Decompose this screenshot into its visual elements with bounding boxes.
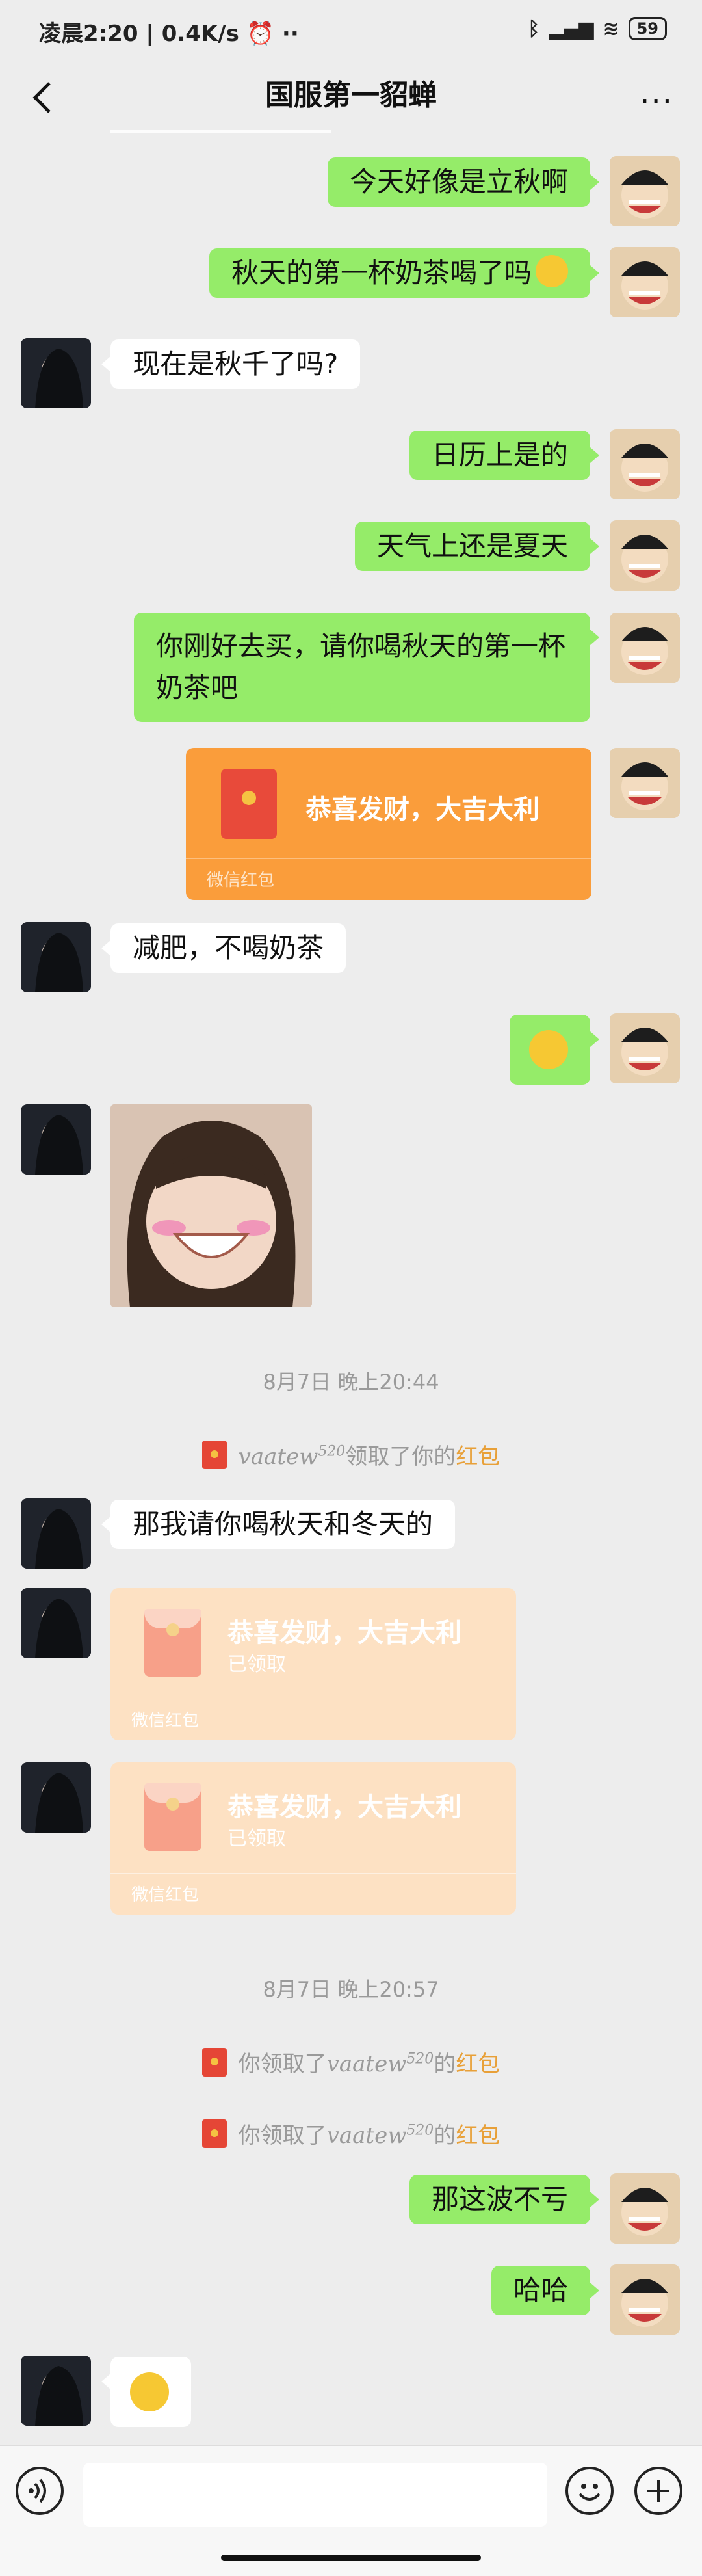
my-avatar[interactable] [610,1013,680,1083]
status-left: 凌晨2:20 | 0.4K/s ⏰ ·· [39,21,299,47]
red-packet-icon [202,1441,227,1469]
emoji-message[interactable] [101,2357,191,2427]
message-list[interactable]: 今天好像是立秋啊 秋天的第一杯奶茶喝了吗 现在是秋千了吗? 日历上是的 天气上还… [0,130,702,2445]
message-bubble-me[interactable]: 天气上还是夏天 [354,522,600,571]
chat-title: 国服第一貂蝉 [265,79,437,112]
red-packet-label: 微信红包 [131,1885,200,1905]
my-avatar[interactable] [610,247,680,317]
message-bubble-me[interactable]: 日历上是的 [409,431,600,480]
message-bubble-me[interactable]: 你刚好去买，请你喝秋天的第一杯奶茶吧 [134,613,599,722]
laughing-emoji-icon [529,1030,568,1069]
plus-icon[interactable] [634,2467,682,2515]
voice-icon[interactable] [16,2467,64,2515]
wifi-icon: ≋ [603,17,619,40]
message-bubble-me[interactable]: 今天好像是立秋啊 [327,157,600,207]
message-bubble-me[interactable]: 秋天的第一杯奶茶喝了吗 [209,248,600,298]
contact-avatar[interactable] [21,338,91,408]
emoji-message[interactable] [510,1015,599,1085]
timestamp: 8月7日 晚上20:44 [263,1370,439,1394]
red-packet-label: 微信红包 [207,871,275,890]
red-packet-greeting: 恭喜发财，大吉大利 [306,795,540,825]
my-avatar[interactable] [610,2264,680,2335]
red-packet-icon [221,769,277,839]
sticker-image[interactable] [110,1104,312,1307]
opened-red-packet-icon [144,1609,202,1677]
my-avatar[interactable] [610,429,680,499]
red-packet-greeting: 恭喜发财，大吉大利 [228,1618,462,1648]
signal-icon: ▂▄▆ [549,17,594,40]
my-avatar[interactable] [610,156,680,226]
contact-avatar[interactable] [21,1498,91,1569]
red-packet-claimed[interactable]: 恭喜发财，大吉大利 已领取 微信红包 [110,1762,516,1915]
red-packet-icon [202,2048,227,2077]
red-packet-label: 微信红包 [131,1711,200,1731]
system-message-red-packet: 你领取了vaatew520的红包 [0,2046,702,2078]
home-indicator[interactable] [221,2555,481,2561]
red-packet-status: 已领取 [228,1827,286,1850]
battery-icon: 59 [628,17,667,40]
system-message-red-packet: vaatew520领取了你的红包 [0,1439,702,1470]
wink-emoji-icon [130,2372,169,2411]
bluetooth-icon: ᛒ [528,17,540,40]
my-avatar[interactable] [610,748,680,818]
red-packet-message[interactable]: 恭喜发财，大吉大利 微信红包 [186,748,592,900]
opened-red-packet-icon [144,1783,202,1851]
network-speed: 0.4K/s [161,21,239,47]
red-packet-claimed[interactable]: 恭喜发财，大吉大利 已领取 微信红包 [110,1588,516,1740]
status-right: ᛒ ▂▄▆ ≋ 59 [528,17,667,40]
more-icon[interactable]: ··· [640,83,673,120]
message-bubble-other[interactable]: 那我请你喝秋天和冬天的 [101,1500,456,1549]
my-avatar[interactable] [610,2173,680,2244]
red-packet-icon [202,2119,227,2148]
partial-message [110,130,332,133]
red-packet-status: 已领取 [228,1653,286,1676]
status-time: 凌晨2:20 [39,21,138,47]
red-packet-link[interactable]: 红包 [456,1444,500,1470]
message-bubble-other[interactable]: 减肥，不喝奶茶 [101,923,346,973]
message-bubble-me[interactable]: 那这波不亏 [409,2175,600,2224]
my-avatar[interactable] [610,520,680,591]
red-packet-link[interactable]: 红包 [456,2051,500,2077]
message-input[interactable] [83,2463,547,2527]
contact-avatar[interactable] [21,922,91,992]
system-message-red-packet: 你领取了vaatew520的红包 [0,2118,702,2149]
message-bubble-me[interactable]: 哈哈 [491,2266,600,2315]
timestamp: 8月7日 晚上20:57 [263,1977,439,2002]
alarm-icon: ⏰ ·· [246,21,299,47]
contact-avatar[interactable] [21,1104,91,1175]
contact-avatar[interactable] [21,1588,91,1658]
red-packet-link[interactable]: 红包 [456,2123,500,2149]
my-avatar[interactable] [610,613,680,683]
contact-avatar[interactable] [21,1762,91,1833]
red-packet-greeting: 恭喜发财，大吉大利 [228,1792,462,1822]
grin-emoji-icon [536,255,568,287]
status-bar: 凌晨2:20 | 0.4K/s ⏰ ·· ᛒ ▂▄▆ ≋ 59 [0,0,702,65]
contact-avatar[interactable] [21,2356,91,2426]
emoji-icon[interactable] [566,2467,614,2515]
message-bubble-other[interactable]: 现在是秋千了吗? [101,339,361,389]
